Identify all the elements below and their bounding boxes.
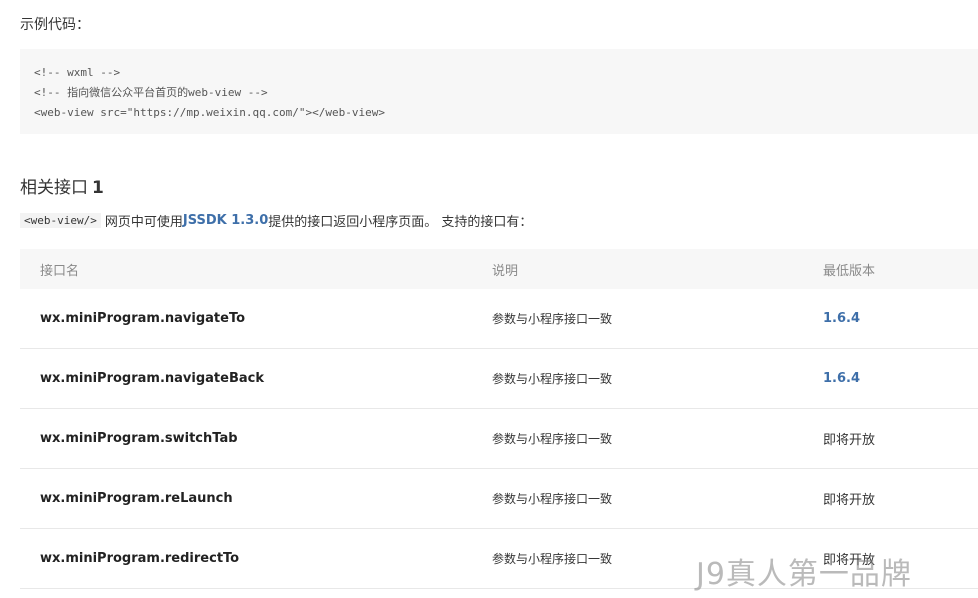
code-line: <!-- wxml -->: [34, 66, 121, 79]
table-row: wx.miniProgram.reLaunch 参数与小程序接口一致 即将开放: [20, 469, 978, 529]
api-note: 参数与小程序接口一致: [492, 372, 613, 386]
description-text-after: 提供的接口返回小程序页面。 支持的接口有：: [268, 215, 533, 230]
table-row: wx.miniProgram.switchTab 参数与小程序接口一致 即将开放: [20, 409, 978, 469]
api-note: 参数与小程序接口一致: [492, 312, 613, 326]
code-line: <!-- 指向微信公众平台首页的web-view -->: [34, 86, 268, 99]
api-name: wx.miniProgram.reLaunch: [40, 491, 233, 506]
header-api-name: 接口名: [40, 263, 80, 279]
api-name: wx.miniProgram.navigateTo: [40, 311, 246, 326]
section-number: 1: [92, 178, 104, 198]
example-code-label: 示例代码：: [20, 17, 90, 33]
api-note: 参数与小程序接口一致: [492, 432, 613, 446]
min-version: 即将开放: [823, 493, 876, 508]
description-text-before: 网页中可使用: [104, 215, 183, 230]
watermark: J9真人第一品牌: [696, 557, 912, 592]
min-version-link[interactable]: 1.6.4: [823, 311, 860, 326]
header-note: 说明: [492, 263, 519, 279]
api-name: wx.miniProgram.redirectTo: [40, 551, 240, 566]
jssdk-link[interactable]: JSSDK 1.3.0: [183, 213, 268, 228]
description: <web-view/> 网页中可使用 JSSDK 1.3.0 提供的接口返回小程…: [20, 211, 532, 230]
header-min-version: 最低版本: [823, 263, 876, 279]
section-title-text: 相关接口: [20, 178, 88, 198]
table-header: 接口名 说明 最低版本: [20, 249, 978, 289]
api-note: 参数与小程序接口一致: [492, 552, 613, 566]
section-title: 相关接口 1: [20, 173, 104, 198]
api-name: wx.miniProgram.switchTab: [40, 431, 238, 446]
api-name: wx.miniProgram.navigateBack: [40, 371, 264, 386]
code-block: <!-- wxml --> <!-- 指向微信公众平台首页的web-view -…: [20, 49, 978, 134]
table-row: wx.miniProgram.navigateTo 参数与小程序接口一致 1.6…: [20, 289, 978, 349]
api-table: 接口名 说明 最低版本 wx.miniProgram.navigateTo 参数…: [20, 249, 978, 589]
doc-page: 示例代码： <!-- wxml --> <!-- 指向微信公众平台首页的web-…: [0, 0, 978, 598]
inline-code: <web-view/>: [20, 213, 101, 228]
min-version-link[interactable]: 1.6.4: [823, 371, 860, 386]
table-row: wx.miniProgram.navigateBack 参数与小程序接口一致 1…: [20, 349, 978, 409]
min-version: 即将开放: [823, 433, 876, 448]
api-note: 参数与小程序接口一致: [492, 492, 613, 506]
code-line: <web-view src="https://mp.weixin.qq.com/…: [34, 106, 385, 119]
